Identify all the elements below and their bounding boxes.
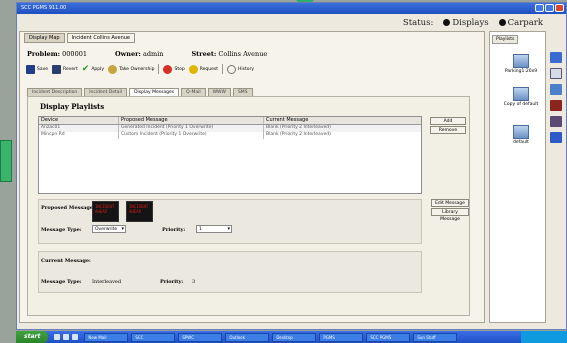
taskbar-item[interactable]: Outlook	[225, 332, 270, 342]
taskbar-item[interactable]: New Mail	[84, 332, 129, 342]
priority-select[interactable]: 1	[196, 225, 232, 233]
status-carpark[interactable]: Carpark	[498, 18, 543, 28]
current-priority-value: 3	[192, 279, 196, 285]
revert-button[interactable]: Revert	[52, 64, 78, 74]
taskbar-item[interactable]: SPWC	[178, 332, 223, 342]
current-type-value: Interleaved	[92, 279, 122, 285]
section-title: Display Playlists	[40, 102, 105, 111]
taskbar-item[interactable]: PGMS	[319, 332, 364, 342]
image-icon[interactable]	[550, 84, 562, 95]
document-tabs: Display Map Incident Collins Avenue	[24, 33, 135, 43]
quicklaunch-icon[interactable]	[72, 334, 79, 340]
message-type-select[interactable]: Overwrite	[92, 225, 126, 233]
library-message-button[interactable]: Library Message	[431, 208, 469, 222]
taskbar-item[interactable]: Desktop	[272, 332, 317, 342]
checkmark-icon: ✔	[81, 63, 90, 74]
minimize-button[interactable]	[535, 4, 544, 12]
monitor-icon	[513, 87, 529, 101]
tab-incident-collins[interactable]: Incident Collins Avenue	[66, 33, 135, 43]
incident-toolbar: Save Revert ✔ Apply Take Ownership Stop R…	[26, 64, 254, 74]
save-icon	[26, 64, 35, 74]
monitor-icon	[513, 54, 529, 68]
monitor-icon	[513, 125, 529, 139]
taskbar-item[interactable]: SCC PGMS	[366, 332, 411, 342]
magnifier-icon	[226, 64, 236, 74]
proposed-message-label: Proposed Message:	[41, 205, 95, 211]
status-area: Status: Displays Carpark	[403, 16, 547, 30]
record-icon[interactable]	[550, 100, 562, 111]
playlists-table[interactable]: Device Proposed Message Current Message …	[38, 116, 422, 194]
system-tray	[521, 331, 567, 343]
street-field: Street: Collins Avenue	[191, 50, 268, 58]
add-button[interactable]: Add	[430, 117, 466, 125]
request-icon	[188, 64, 198, 74]
close-button[interactable]	[555, 4, 564, 12]
current-message-label: Current Message:	[41, 258, 91, 264]
column-current[interactable]: Current Message	[264, 117, 421, 124]
toolbar-divider	[221, 64, 223, 74]
problem-field: Problem: 000001	[27, 50, 87, 58]
start-button[interactable]: start	[16, 331, 49, 343]
carpark-status-icon	[498, 19, 506, 26]
tab-playlists[interactable]: Playlists	[492, 35, 519, 44]
toolbar-divider	[158, 64, 160, 74]
take-ownership-button[interactable]: Take Ownership	[108, 64, 154, 74]
displays-status-icon	[443, 19, 451, 26]
status-label: Status:	[402, 18, 434, 28]
owner-field: Owner: admin	[114, 50, 164, 58]
revert-icon	[52, 64, 62, 74]
side-quickbar	[548, 52, 564, 322]
column-device[interactable]: Device	[39, 117, 119, 124]
quick-launch	[48, 334, 84, 340]
column-proposed[interactable]: Proposed Message	[119, 117, 264, 124]
window-title: SCC PGMS 911.00	[21, 5, 67, 11]
quicklaunch-icon[interactable]	[54, 334, 61, 340]
table-header: Device Proposed Message Current Message	[39, 117, 421, 125]
calendar-icon[interactable]	[550, 52, 562, 63]
calendar-date-icon[interactable]	[550, 68, 562, 79]
edit-message-button[interactable]: Edit Message	[431, 199, 469, 207]
current-type-label: Message Type:	[41, 279, 82, 285]
playlists-panel: Playlists Parking1:20x9 Copy of default …	[489, 31, 546, 323]
current-message-box	[38, 251, 422, 293]
taskbar-item[interactable]: SCC	[131, 332, 176, 342]
history-button[interactable]: History	[226, 64, 254, 74]
request-button[interactable]: Request	[188, 64, 218, 74]
incident-header: Problem: 000001 Owner: admin Street: Col…	[27, 50, 267, 58]
taskbar-item[interactable]: Sun Stuff	[413, 332, 458, 342]
table-row[interactable]: Mincpn Rd Custom Incident (Priority 1 Ov…	[39, 132, 421, 139]
remove-button[interactable]: Remove	[430, 126, 466, 134]
stop-icon	[163, 64, 173, 74]
side-tab-handle[interactable]	[0, 140, 12, 182]
p-icon[interactable]	[550, 132, 562, 143]
title-bar: SCC PGMS 911.00	[17, 3, 566, 14]
playlist-item[interactable]: Parking1:20x9	[502, 54, 540, 74]
person-icon	[108, 64, 118, 74]
proposed-led-preview-1: INCIDENT AHEAD	[92, 201, 119, 222]
maximize-button[interactable]	[545, 4, 554, 12]
playlist-item[interactable]: default	[502, 125, 540, 145]
quicklaunch-icon[interactable]	[63, 334, 70, 340]
priority-label: Priority:	[162, 227, 186, 233]
taskbar: start New Mail SCC SPWC Outlook Desktop …	[16, 331, 567, 343]
status-displays[interactable]: Displays	[443, 18, 489, 28]
apply-button[interactable]: ✔ Apply	[81, 63, 104, 74]
table-row[interactable]: Anzac01 Generated Incident (Priority 1 O…	[39, 125, 421, 132]
proposed-led-preview-2: INCIDENT AHEAD	[126, 201, 153, 222]
media-icon[interactable]	[550, 116, 562, 127]
message-type-label: Message Type:	[41, 227, 82, 233]
stop-button[interactable]: Stop	[163, 64, 185, 74]
current-priority-label: Priority:	[160, 279, 184, 285]
tab-display-map[interactable]: Display Map	[24, 33, 65, 43]
playlist-item[interactable]: Copy of default	[502, 87, 540, 107]
save-button[interactable]: Save	[26, 64, 48, 74]
